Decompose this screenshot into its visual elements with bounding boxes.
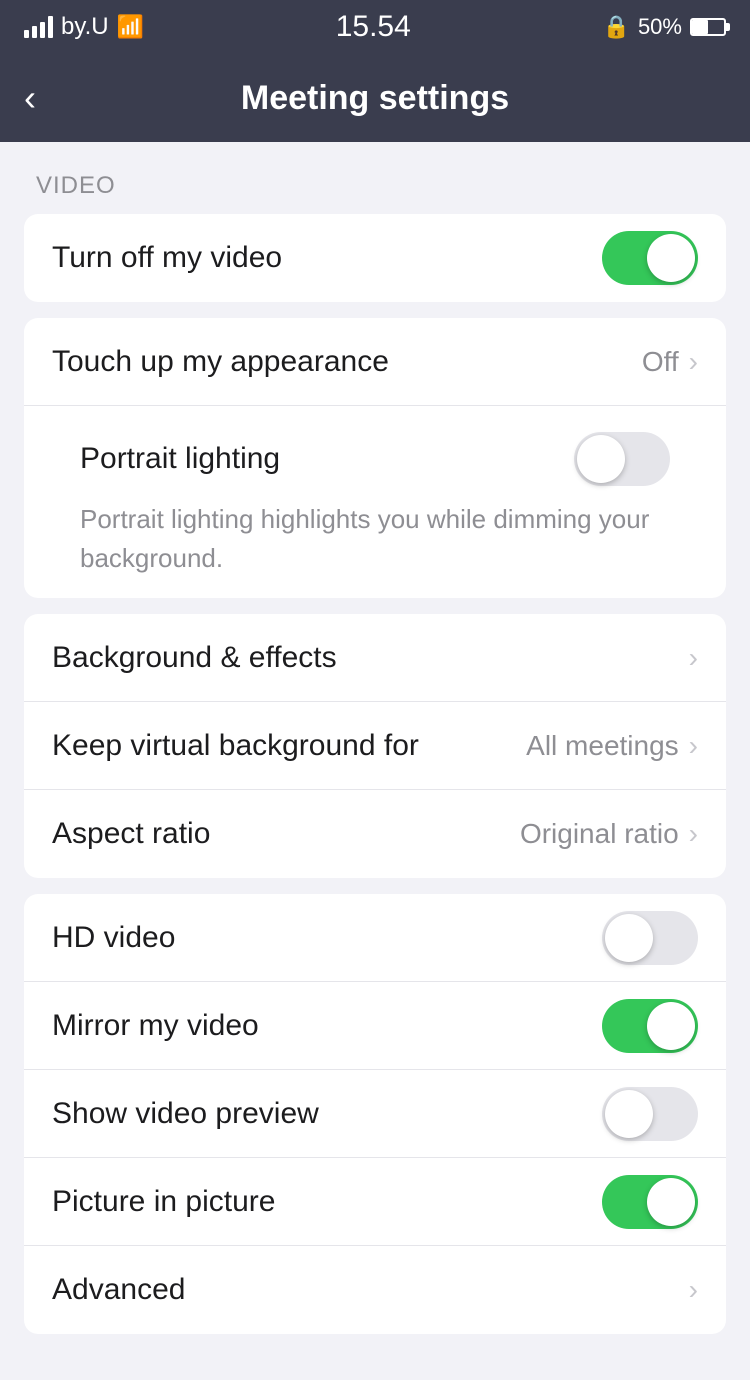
portrait-lighting-description: Portrait lighting highlights you while d… <box>52 500 698 598</box>
keep-virtual-bg-value: All meetings <box>526 730 679 762</box>
settings-group-4: HD video Mirror my video Show video prev… <box>24 894 726 1334</box>
section-label-video: VIDEO <box>0 172 750 214</box>
setting-row-keep-virtual-bg[interactable]: Keep virtual background for All meetings… <box>24 702 726 790</box>
setting-row-touch-up[interactable]: Touch up my appearance Off › <box>24 318 726 406</box>
advanced-label: Advanced <box>52 1273 185 1307</box>
settings-group-3: Background & effects › Keep virtual back… <box>24 614 726 878</box>
signal-icon <box>24 16 53 38</box>
aspect-ratio-right: Original ratio › <box>520 818 698 850</box>
touch-up-chevron: › <box>689 346 698 378</box>
carrier-label: by.U <box>61 13 109 41</box>
setting-row-mirror-video[interactable]: Mirror my video <box>24 982 726 1070</box>
mirror-video-label: Mirror my video <box>52 1009 259 1043</box>
turn-off-video-label: Turn off my video <box>52 241 282 275</box>
portrait-lighting-toggle[interactable] <box>574 432 670 486</box>
settings-group-1: Turn off my video <box>24 214 726 302</box>
lock-icon: 🔒 <box>603 14 630 40</box>
show-preview-label: Show video preview <box>52 1097 319 1131</box>
mirror-video-toggle[interactable] <box>602 999 698 1053</box>
settings-group-2: Touch up my appearance Off › Portrait li… <box>24 318 726 598</box>
battery-percent: 50% <box>638 14 682 40</box>
advanced-right: › <box>689 1274 698 1306</box>
keep-virtual-bg-right: All meetings › <box>526 730 698 762</box>
setting-row-show-preview[interactable]: Show video preview <box>24 1070 726 1158</box>
page-title: Meeting settings <box>241 79 509 118</box>
settings-content: VIDEO Turn off my video Touch up my appe… <box>0 142 750 1380</box>
background-effects-chevron: › <box>689 642 698 674</box>
setting-row-aspect-ratio[interactable]: Aspect ratio Original ratio › <box>24 790 726 878</box>
touch-up-right: Off › <box>642 346 698 378</box>
keep-virtual-bg-chevron: › <box>689 730 698 762</box>
setting-row-background-effects[interactable]: Background & effects › <box>24 614 726 702</box>
show-preview-toggle[interactable] <box>602 1087 698 1141</box>
status-bar: by.U 📶 15.54 🔒 50% <box>0 0 750 54</box>
wifi-icon: 📶 <box>117 14 144 40</box>
keep-virtual-bg-label: Keep virtual background for <box>52 729 419 763</box>
background-effects-label: Background & effects <box>52 641 337 675</box>
battery-icon <box>690 18 726 36</box>
background-effects-right: › <box>689 642 698 674</box>
back-button[interactable]: ‹ <box>24 80 36 116</box>
aspect-ratio-chevron: › <box>689 818 698 850</box>
advanced-chevron: › <box>689 1274 698 1306</box>
hd-video-label: HD video <box>52 921 175 955</box>
setting-row-portrait-lighting[interactable]: Portrait lighting Portrait lighting high… <box>24 406 726 598</box>
picture-in-picture-toggle[interactable] <box>602 1175 698 1229</box>
hd-video-toggle[interactable] <box>602 911 698 965</box>
setting-row-picture-in-picture[interactable]: Picture in picture <box>24 1158 726 1246</box>
header: ‹ Meeting settings <box>0 54 750 142</box>
aspect-ratio-label: Aspect ratio <box>52 817 210 851</box>
setting-row-turn-off-video[interactable]: Turn off my video <box>24 214 726 302</box>
portrait-lighting-main: Portrait lighting <box>52 406 698 500</box>
touch-up-label: Touch up my appearance <box>52 345 389 379</box>
picture-in-picture-label: Picture in picture <box>52 1185 275 1219</box>
status-left: by.U 📶 <box>24 13 144 41</box>
aspect-ratio-value: Original ratio <box>520 818 679 850</box>
setting-row-advanced[interactable]: Advanced › <box>24 1246 726 1334</box>
portrait-lighting-label: Portrait lighting <box>80 442 280 476</box>
turn-off-video-toggle[interactable] <box>602 231 698 285</box>
status-right: 🔒 50% <box>603 14 726 40</box>
status-time: 15.54 <box>336 10 411 44</box>
setting-row-hd-video[interactable]: HD video <box>24 894 726 982</box>
touch-up-value: Off <box>642 346 679 378</box>
